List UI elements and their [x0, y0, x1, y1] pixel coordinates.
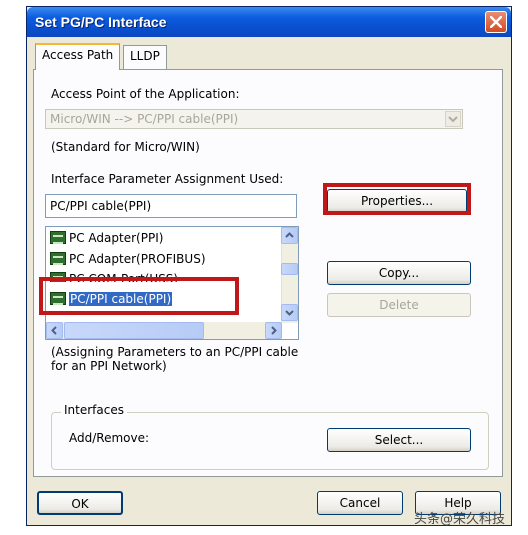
interface-field-value: PC/PPI cable(PPI)	[50, 199, 152, 213]
interface-description: (Assigning Parameters to an PC/PPI cable…	[51, 345, 299, 373]
scroll-up-button[interactable]	[281, 227, 298, 244]
watermark-text: 头条@荣久科技	[414, 512, 506, 527]
access-point-select[interactable]: Micro/WIN --> PC/PPI cable(PPI)	[45, 109, 463, 129]
close-button[interactable]	[485, 11, 507, 33]
window-title: Set PG/PC Interface	[35, 14, 167, 30]
list-item[interactable]: PC Adapter(PPI)	[50, 231, 163, 250]
scroll-left-button[interactable]	[46, 322, 63, 339]
highlight-selected-item	[39, 277, 239, 315]
list-item[interactable]: PC Adapter(PROFIBUS)	[50, 252, 206, 271]
chevron-right-icon	[271, 326, 277, 335]
list-item-label: PC Adapter(PROFIBUS)	[69, 252, 206, 266]
delete-button-label: Delete	[379, 298, 419, 312]
close-icon	[490, 16, 502, 28]
chevron-left-icon	[51, 326, 57, 335]
access-point-label: Access Point of the Application:	[51, 87, 240, 101]
highlight-properties	[323, 183, 471, 215]
interfaces-group-title: Interfaces	[61, 403, 127, 417]
delete-button: Delete	[327, 293, 471, 317]
scrollbar-thumb[interactable]	[281, 263, 298, 275]
access-point-value: Micro/WIN --> PC/PPI cable(PPI)	[50, 112, 239, 126]
add-remove-label: Add/Remove:	[69, 431, 150, 445]
scroll-down-button[interactable]	[281, 304, 298, 321]
tab-access-path-label: Access Path	[42, 48, 114, 62]
copy-button-label: Copy...	[378, 266, 420, 280]
vertical-scrollbar[interactable]	[281, 227, 298, 323]
chevron-up-icon	[285, 232, 294, 238]
ok-button[interactable]: OK	[37, 491, 123, 515]
tab-lldp[interactable]: LLDP	[123, 45, 167, 69]
copy-button[interactable]: Copy...	[327, 261, 471, 285]
dialog-window: Set PG/PC Interface Access Path LLDP Acc…	[26, 6, 512, 526]
select-button[interactable]: Select...	[327, 428, 471, 452]
horizontal-scrollbar[interactable]	[46, 322, 282, 339]
tab-access-path[interactable]: Access Path	[35, 43, 121, 70]
interface-label: Interface Parameter Assignment Used:	[51, 172, 284, 186]
scroll-right-button[interactable]	[265, 322, 282, 339]
access-point-note: (Standard for Micro/WIN)	[51, 140, 200, 154]
chevron-down-icon	[285, 310, 294, 316]
select-button-label: Select...	[374, 433, 424, 447]
tab-lldp-label: LLDP	[130, 49, 160, 63]
title-bar[interactable]: Set PG/PC Interface	[27, 7, 511, 37]
cancel-button[interactable]: Cancel	[317, 491, 403, 515]
network-adapter-icon	[50, 231, 66, 244]
list-item-label: PC Adapter(PPI)	[69, 231, 164, 245]
network-adapter-icon	[50, 252, 66, 265]
ok-button-label: OK	[71, 497, 89, 511]
cancel-button-label: Cancel	[339, 496, 381, 510]
chevron-down-icon[interactable]	[445, 111, 461, 127]
interface-field[interactable]: PC/PPI cable(PPI)	[45, 194, 297, 218]
scrollbar-thumb-horizontal[interactable]	[64, 322, 204, 339]
